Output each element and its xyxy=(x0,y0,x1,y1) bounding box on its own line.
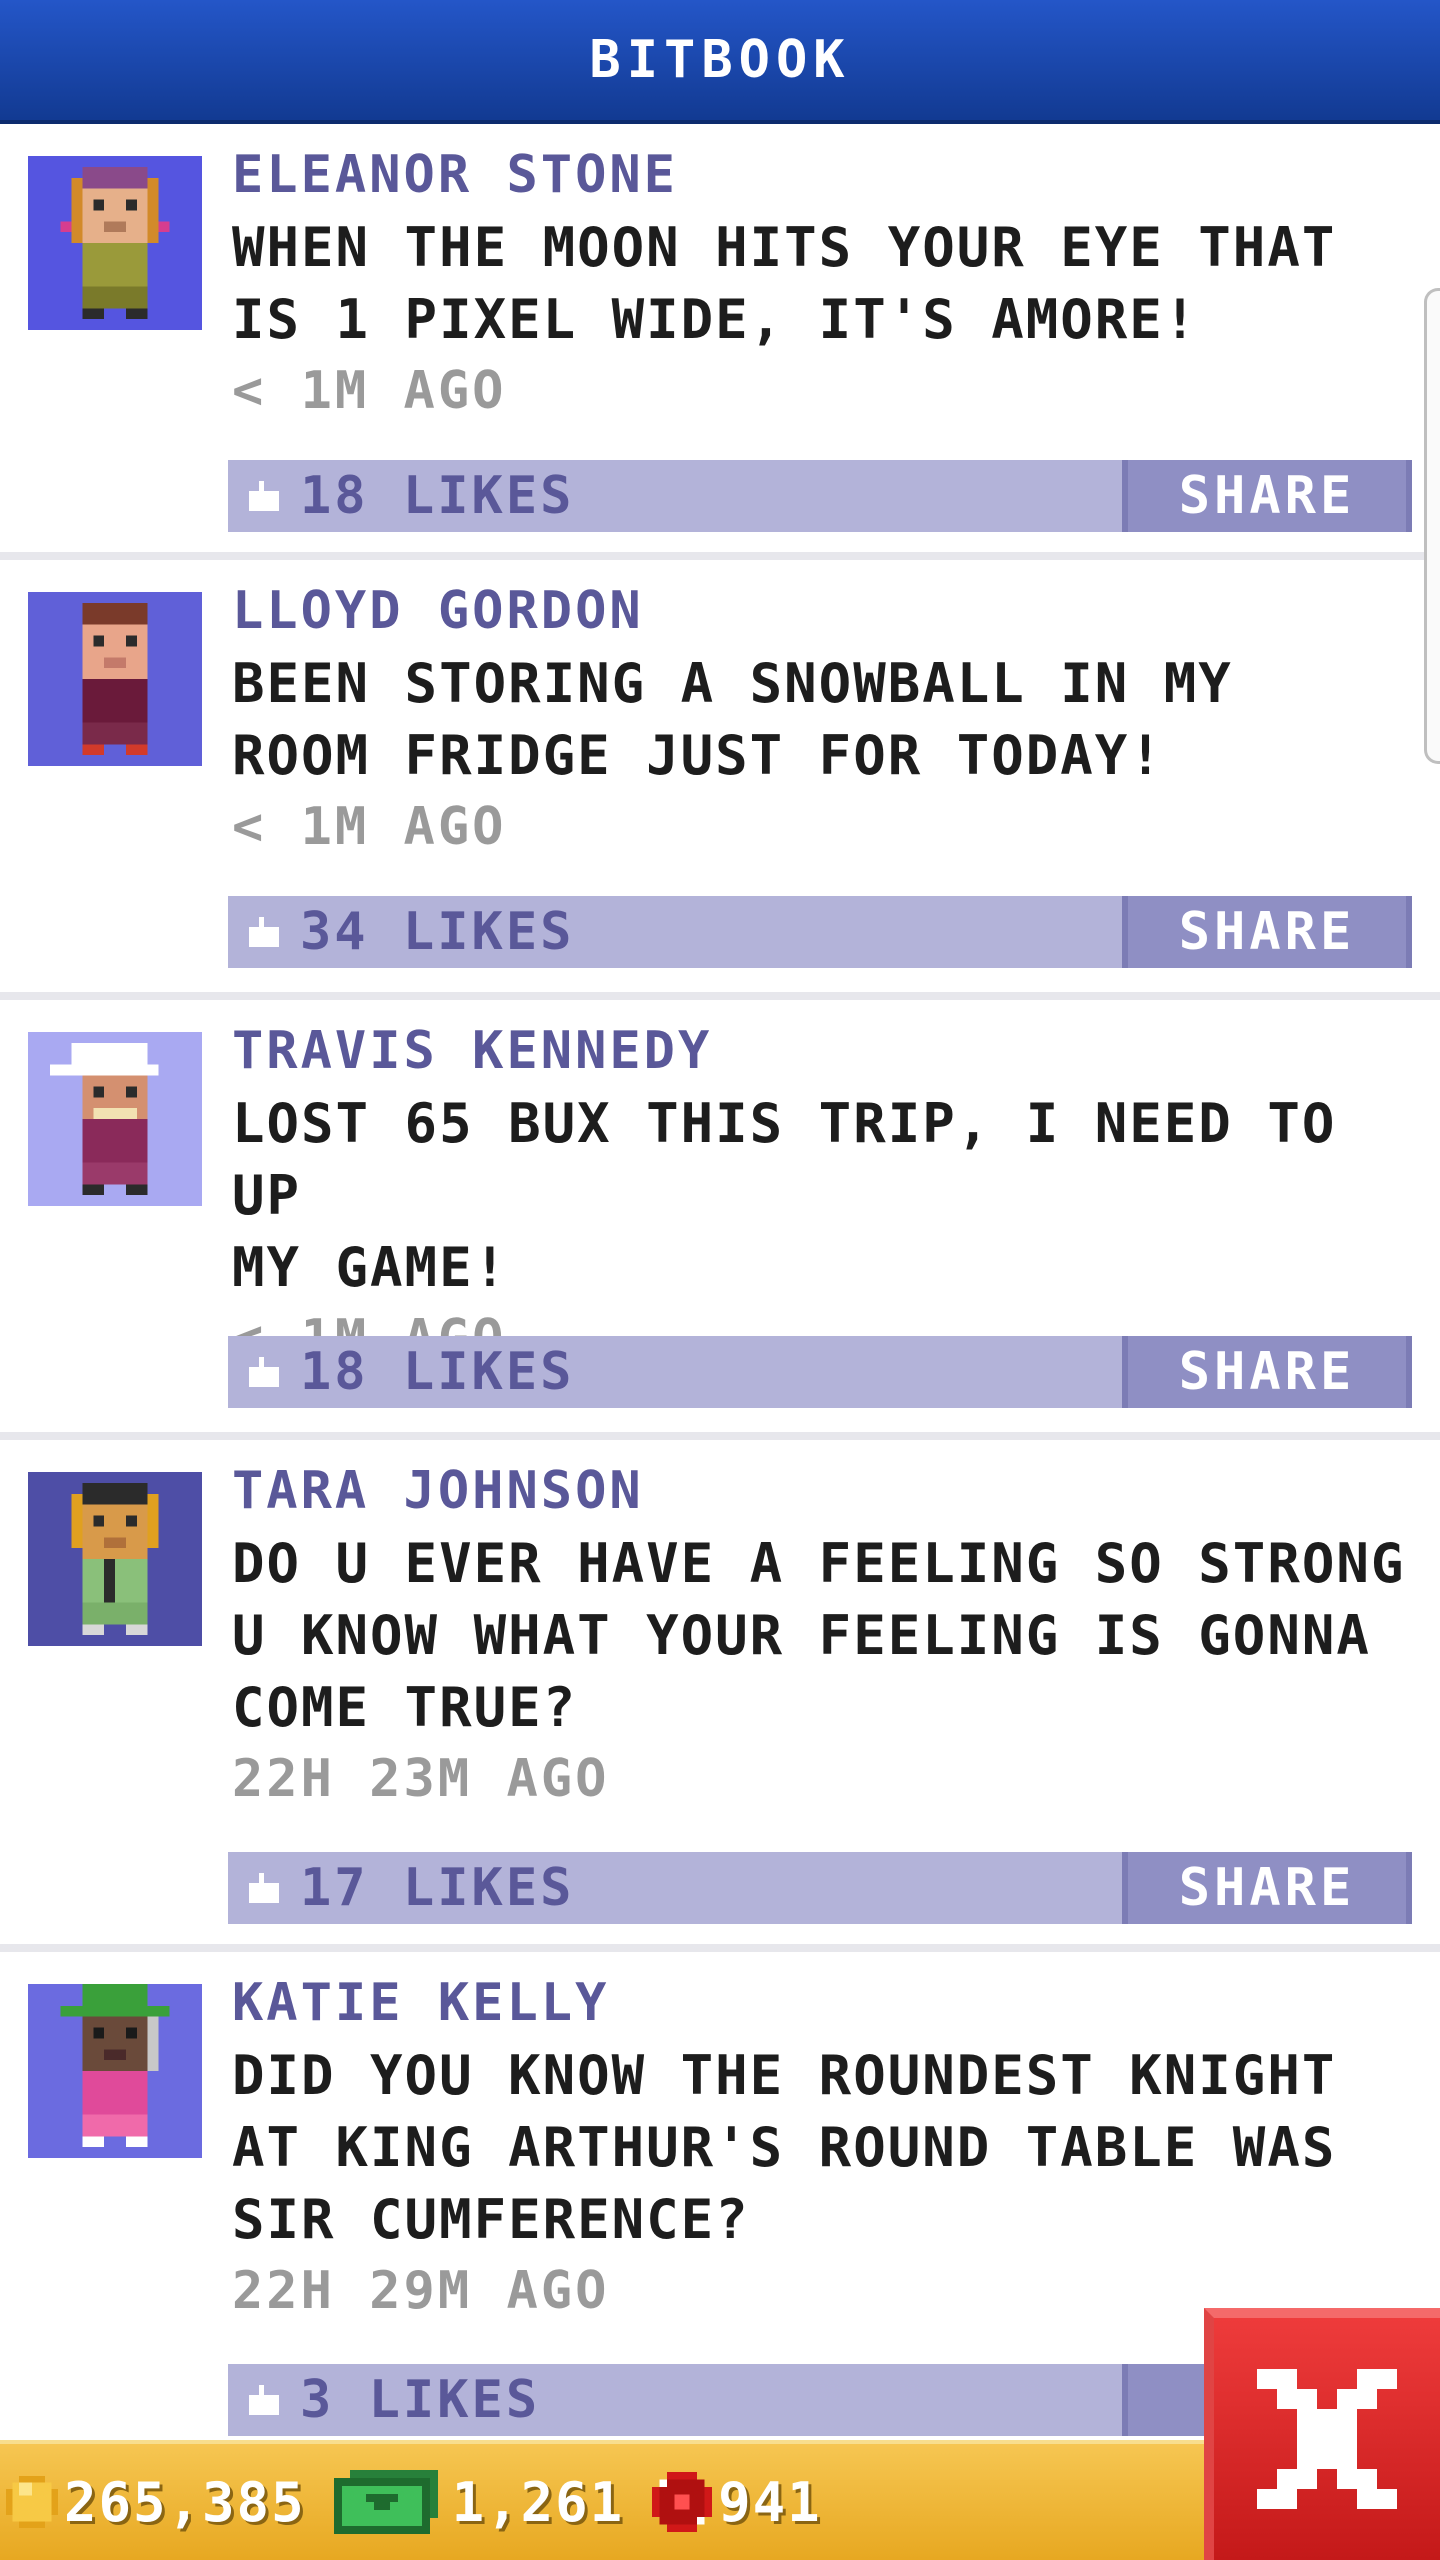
post-timestamp: < 1M AGO xyxy=(232,361,507,421)
post-action-bar: 34 LIKES SHARE xyxy=(228,896,1412,968)
scrollbar-thumb[interactable] xyxy=(1424,288,1440,764)
avatar-lloyd-image xyxy=(82,602,148,756)
avatar-tara-image xyxy=(71,1482,159,1636)
close-button[interactable] xyxy=(1204,2308,1440,2560)
avatar-travis-image xyxy=(49,1042,159,1196)
author-name[interactable]: ELEANOR STONE xyxy=(232,144,1420,206)
bux-count: 1,261 xyxy=(451,2470,625,2534)
post-body: TRAVIS KENNEDY LOST 65 BUX THIS TRIP, I … xyxy=(232,1020,1420,1374)
bux-balance[interactable]: 1,261 xyxy=(333,2470,625,2534)
bux-cash-icon xyxy=(333,2470,438,2534)
like-button[interactable]: 18 LIKES xyxy=(228,460,1122,532)
post-feed[interactable]: ELEANOR STONE WHEN THE MOON HITS YOUR EY… xyxy=(0,124,1440,2472)
post-timestamp: 22H 23M AGO xyxy=(232,1749,610,1809)
ticket-count: 941 xyxy=(718,2470,822,2534)
thumbs-up-icon xyxy=(249,1357,279,1387)
like-count: 18 LIKES xyxy=(300,466,575,526)
author-name[interactable]: LLOYD GORDON xyxy=(232,580,1420,642)
thumbs-up-icon xyxy=(249,2385,279,2415)
post-item: TRAVIS KENNEDY LOST 65 BUX THIS TRIP, I … xyxy=(0,1000,1440,1440)
share-button[interactable]: SHARE xyxy=(1122,1336,1412,1408)
post-text: WHEN THE MOON HITS YOUR EYE THAT IS 1 PI… xyxy=(232,216,1337,351)
like-count: 17 LIKES xyxy=(300,1858,575,1918)
avatar xyxy=(28,1032,202,1206)
post-item: ELEANOR STONE WHEN THE MOON HITS YOUR EY… xyxy=(0,124,1440,560)
post-text: DO U EVER HAVE A FEELING SO STRONG U KNO… xyxy=(232,1532,1406,1739)
avatar-eleanor-image xyxy=(60,166,170,320)
post-body: TARA JOHNSON DO U EVER HAVE A FEELING SO… xyxy=(232,1460,1420,1814)
share-label: SHARE xyxy=(1178,1342,1356,1402)
post-body: KATIE KELLY DID YOU KNOW THE ROUNDEST KN… xyxy=(232,1972,1420,2326)
like-button[interactable]: 17 LIKES xyxy=(228,1852,1122,1924)
post-text: BEEN STORING A SNOWBALL IN MY ROOM FRIDG… xyxy=(232,652,1233,787)
ticket-icon xyxy=(652,2472,713,2532)
like-count: 34 LIKES xyxy=(300,902,575,962)
avatar xyxy=(28,592,202,766)
like-button[interactable]: 3 LIKES xyxy=(228,2364,1122,2436)
like-button[interactable]: 34 LIKES xyxy=(228,896,1122,968)
author-name[interactable]: KATIE KELLY xyxy=(232,1972,1420,2034)
ticket-balance[interactable]: 941 xyxy=(652,2471,822,2534)
author-name[interactable]: TRAVIS KENNEDY xyxy=(232,1020,1420,1082)
share-button[interactable]: SHARE xyxy=(1122,460,1412,532)
avatar-katie-image xyxy=(60,1984,170,2148)
post-action-bar: 18 LIKES SHARE xyxy=(228,460,1412,532)
close-icon xyxy=(1257,2369,1397,2509)
avatar xyxy=(28,1472,202,1646)
author-name[interactable]: TARA JOHNSON xyxy=(232,1460,1420,1522)
like-count: 18 LIKES xyxy=(300,1342,575,1402)
bitbook-screen: BITBOOK ELEANOR STONE WHEN THE MOON HITS… xyxy=(0,0,1440,2560)
share-label: SHARE xyxy=(1178,1858,1356,1918)
post-item: LLOYD GORDON BEEN STORING A SNOWBALL IN … xyxy=(0,560,1440,1000)
like-count: 3 LIKES xyxy=(300,2370,541,2430)
post-action-bar: 17 LIKES SHARE xyxy=(228,1852,1412,1924)
thumbs-up-icon xyxy=(249,1873,279,1903)
share-label: SHARE xyxy=(1178,902,1356,962)
post-body: ELEANOR STONE WHEN THE MOON HITS YOUR EY… xyxy=(232,144,1420,426)
avatar xyxy=(28,156,202,330)
page-title: BITBOOK xyxy=(589,30,851,90)
coin-balance[interactable]: 265,385 xyxy=(6,2471,306,2534)
thumbs-up-icon xyxy=(249,481,279,511)
share-button[interactable]: SHARE xyxy=(1122,1852,1412,1924)
post-action-bar: 18 LIKES SHARE xyxy=(228,1336,1412,1408)
coin-icon xyxy=(6,2476,58,2528)
post-body: LLOYD GORDON BEEN STORING A SNOWBALL IN … xyxy=(232,580,1420,862)
coin-count: 265,385 xyxy=(64,2470,306,2534)
post-text: DID YOU KNOW THE ROUNDEST KNIGHT AT KING… xyxy=(232,2044,1337,2251)
share-label: SHARE xyxy=(1178,466,1356,526)
header-bar: BITBOOK xyxy=(0,0,1440,124)
post-item: TARA JOHNSON DO U EVER HAVE A FEELING SO… xyxy=(0,1440,1440,1952)
thumbs-up-icon xyxy=(249,917,279,947)
post-timestamp: < 1M AGO xyxy=(232,797,507,857)
like-button[interactable]: 18 LIKES xyxy=(228,1336,1122,1408)
share-button[interactable]: SHARE xyxy=(1122,896,1412,968)
avatar xyxy=(28,1984,202,2158)
post-text: LOST 65 BUX THIS TRIP, I NEED TO UP MY G… xyxy=(232,1092,1337,1299)
